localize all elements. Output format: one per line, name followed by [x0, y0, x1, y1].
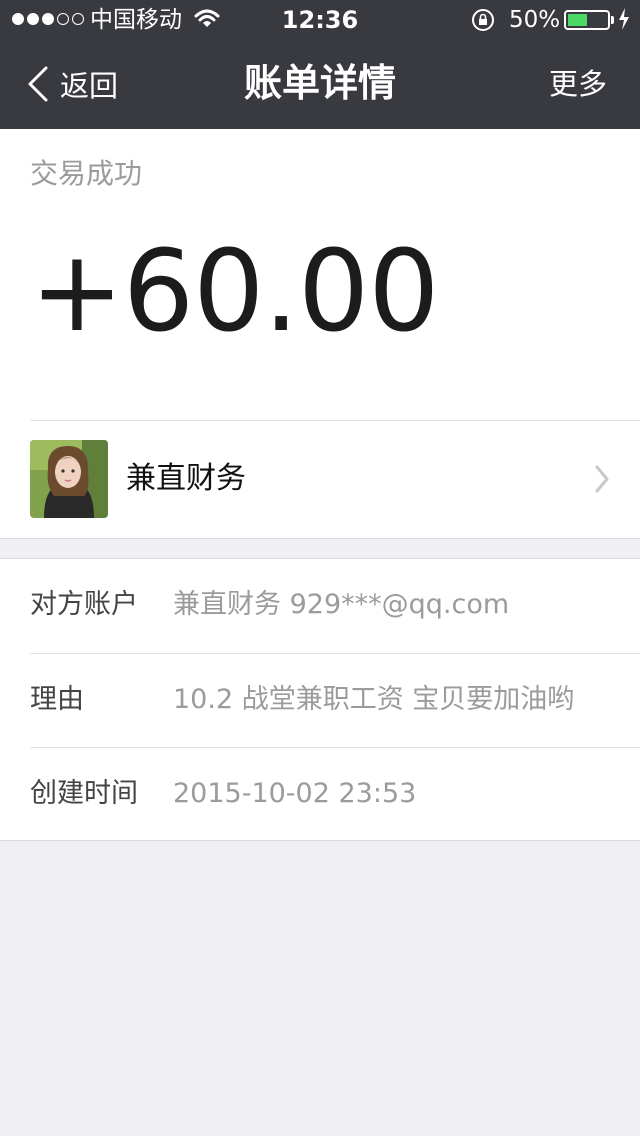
detail-value: 2015-10-02 23:53 — [173, 778, 417, 809]
transaction-summary: 交易成功 +60.00 兼直财务 — [0, 129, 640, 539]
detail-label: 创建时间 — [30, 778, 138, 809]
page-title: 账单详情 — [243, 61, 396, 105]
rotation-lock-icon — [472, 9, 494, 31]
bill-detail-screen: 中国移动 12:36 50% 返回 账单详情 更多 交易成功 +60.00 兼直… — [0, 0, 640, 1136]
detail-row-created-time: 创建时间 2015-10-02 23:53 — [0, 748, 640, 842]
status-bar: 中国移动 12:36 50% — [0, 0, 640, 40]
battery-percent: 50% — [509, 7, 561, 33]
transaction-amount: +60.00 — [30, 227, 439, 357]
detail-value: 10.2 战堂兼职工资 宝贝要加油哟 — [173, 684, 575, 715]
navigation-bar: 返回 账单详情 更多 — [0, 40, 640, 129]
charging-icon — [619, 8, 629, 30]
detail-label: 对方账户 — [30, 589, 138, 620]
detail-label: 理由 — [30, 684, 84, 715]
avatar — [30, 440, 108, 518]
chevron-right-icon — [595, 465, 609, 493]
payer-name: 兼直财务 — [126, 461, 246, 496]
more-button[interactable]: 更多 — [549, 64, 607, 104]
battery-icon — [564, 10, 610, 30]
header: 中国移动 12:36 50% 返回 账单详情 更多 — [0, 0, 640, 129]
payer-row[interactable]: 兼直财务 — [0, 421, 640, 538]
avatar-image — [30, 440, 108, 518]
detail-value: 兼直财务 929***@qq.com — [173, 589, 510, 620]
detail-row-reason: 理由 10.2 战堂兼职工资 宝贝要加油哟 — [0, 654, 640, 748]
battery-level-fill — [568, 14, 587, 26]
detail-row-account: 对方账户 兼直财务 929***@qq.com — [0, 559, 640, 653]
transaction-details: 对方账户 兼直财务 929***@qq.com 理由 10.2 战堂兼职工资 宝… — [0, 558, 640, 841]
transaction-status: 交易成功 — [30, 157, 143, 190]
